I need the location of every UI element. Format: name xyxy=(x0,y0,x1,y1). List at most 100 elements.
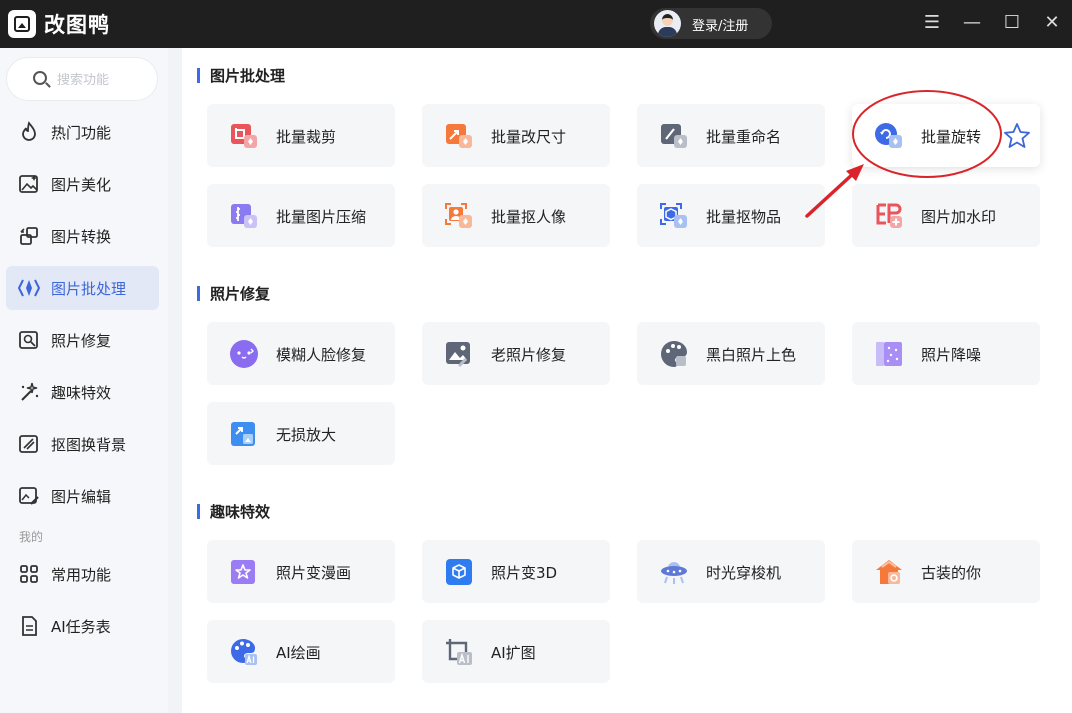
sidebar-item-label: 趣味特效 xyxy=(51,384,112,402)
card-batch-crop[interactable]: 批量裁剪 xyxy=(207,104,395,167)
card-batch-compress[interactable]: 批量图片压缩 xyxy=(207,184,395,247)
convert-icon xyxy=(20,227,38,245)
title-bar: 改图鸭 登录/注册 ☰ — ☐ ✕ xyxy=(0,0,1072,48)
object-cutout-icon xyxy=(660,203,687,228)
sidebar-item-cutout[interactable]: 抠图换背景 xyxy=(6,422,159,466)
photo-repair-icon xyxy=(19,331,38,349)
card-batch-resize[interactable]: 批量改尺寸 xyxy=(422,104,610,167)
card-old-photo-repair[interactable]: 老照片修复 xyxy=(422,322,610,385)
resize-icon xyxy=(446,124,472,148)
cube-3d-icon xyxy=(446,559,472,585)
task-list-icon xyxy=(22,616,37,636)
close-icon[interactable]: ✕ xyxy=(1039,10,1065,36)
card-label: 照片降噪 xyxy=(921,346,982,364)
card-batch-object-cutout[interactable]: 批量抠物品 xyxy=(637,184,825,247)
portrait-cutout-icon xyxy=(445,203,472,228)
rename-icon xyxy=(661,124,687,148)
card-ai-painting[interactable]: AI绘画 xyxy=(207,620,395,683)
crop-icon xyxy=(231,124,257,148)
card-label: 照片变3D xyxy=(491,564,558,582)
card-label: 无损放大 xyxy=(276,426,337,444)
sidebar-item-convert[interactable]: 图片转换 xyxy=(6,214,159,258)
card-label: 老照片修复 xyxy=(491,346,567,364)
card-denoise[interactable]: 照片降噪 xyxy=(852,322,1040,385)
search-input[interactable] xyxy=(57,70,153,90)
sidebar-item-label: 图片批处理 xyxy=(51,280,127,298)
sidebar-item-label: 抠图换背景 xyxy=(51,436,127,454)
card-label: 批量抠人像 xyxy=(491,208,567,226)
card-label: AI扩图 xyxy=(491,644,536,662)
sidebar-item-common[interactable]: 常用功能 xyxy=(6,552,159,596)
sidebar-item-effects[interactable]: 趣味特效 xyxy=(6,370,159,414)
card-label: 模糊人脸修复 xyxy=(276,346,367,364)
card-photo-to-comic[interactable]: 照片变漫画 xyxy=(207,540,395,603)
sidebar-item-label: 常用功能 xyxy=(51,566,112,584)
sidebar-item-hot[interactable]: 热门功能 xyxy=(6,110,159,154)
app-title: 改图鸭 xyxy=(44,13,110,37)
ai-paint-icon xyxy=(231,639,257,665)
sidebar-item-label: 照片修复 xyxy=(51,332,112,350)
card-time-machine[interactable]: 时光穿梭机 xyxy=(637,540,825,603)
card-label: 照片变漫画 xyxy=(276,564,352,582)
card-label: 批量重命名 xyxy=(706,128,782,146)
card-label: 批量旋转 xyxy=(921,128,982,146)
compress-icon xyxy=(231,204,257,228)
card-colorize[interactable]: 黑白照片上色 xyxy=(637,322,825,385)
maximize-icon[interactable]: ☐ xyxy=(999,10,1025,36)
favorite-star-icon[interactable] xyxy=(1002,121,1032,151)
batch-icon xyxy=(18,279,40,297)
app-logo-icon xyxy=(8,10,36,38)
sidebar-item-edit[interactable]: 图片编辑 xyxy=(6,474,159,518)
card-label: 图片加水印 xyxy=(921,208,997,226)
sidebar-item-ai-tasks[interactable]: AI任务表 xyxy=(6,604,159,648)
sidebar-item-label: 图片转换 xyxy=(51,228,112,246)
card-label: 古装的你 xyxy=(921,564,982,582)
grid-icon xyxy=(20,565,38,583)
enlarge-icon xyxy=(231,422,255,446)
card-label: 时光穿梭机 xyxy=(706,564,782,582)
image-beautify-icon xyxy=(19,175,38,193)
fire-icon xyxy=(22,121,36,141)
card-photo-to-3d[interactable]: 照片变3D xyxy=(422,540,610,603)
card-lossless-enlarge[interactable]: 无损放大 xyxy=(207,402,395,465)
card-batch-portrait-cutout[interactable]: 批量抠人像 xyxy=(422,184,610,247)
time-machine-icon xyxy=(661,562,687,584)
sidebar-item-label: 热门功能 xyxy=(51,124,112,142)
search-box[interactable] xyxy=(6,57,158,101)
card-batch-watermark[interactable]: 图片加水印 xyxy=(852,184,1040,247)
old-photo-icon xyxy=(446,342,470,368)
sparkle-icon xyxy=(21,382,39,401)
comic-icon xyxy=(231,560,255,584)
card-label: 批量裁剪 xyxy=(276,128,337,146)
section-title-photo-repair: 照片修复 xyxy=(197,283,270,304)
card-ai-expand[interactable]: AI扩图 xyxy=(422,620,610,683)
menu-icon[interactable]: ☰ xyxy=(919,10,945,36)
section-title-batch: 图片批处理 xyxy=(197,65,285,86)
watermark-icon xyxy=(876,203,902,228)
cutout-icon xyxy=(19,435,38,453)
sidebar-item-beautify[interactable]: 图片美化 xyxy=(6,162,159,206)
sidebar-item-photo-repair[interactable]: 照片修复 xyxy=(6,318,159,362)
login-button[interactable]: 登录/注册 xyxy=(650,8,772,39)
card-batch-rename[interactable]: 批量重命名 xyxy=(637,104,825,167)
sidebar-item-batch[interactable]: 图片批处理 xyxy=(6,266,159,310)
card-label: 批量抠物品 xyxy=(706,208,782,226)
avatar xyxy=(654,10,681,37)
main-content: 图片批处理 批量裁剪 批量改尺寸 批量重命名 批量旋转 批量图片压缩 批量抠人像… xyxy=(182,48,1072,713)
sidebar-item-label: AI任务表 xyxy=(51,618,111,636)
section-label-mine: 我的 xyxy=(19,530,44,544)
sidebar-item-label: 图片编辑 xyxy=(51,488,112,506)
sidebar-divider xyxy=(168,48,182,713)
minimize-icon[interactable]: — xyxy=(959,10,985,36)
card-label: 黑白照片上色 xyxy=(706,346,797,364)
search-icon xyxy=(33,71,47,85)
rotate-icon xyxy=(875,123,902,148)
ai-expand-icon xyxy=(446,639,472,665)
card-label: AI绘画 xyxy=(276,644,321,662)
image-edit-icon xyxy=(19,487,39,505)
card-costume[interactable]: 古装的你 xyxy=(852,540,1040,603)
sidebar: 热门功能 图片美化 图片转换 图片批处理 照片修复 趣味特效 抠图换背景 图片编… xyxy=(0,48,168,713)
card-face-repair[interactable]: 模糊人脸修复 xyxy=(207,322,395,385)
section-title-effects: 趣味特效 xyxy=(197,501,270,522)
card-label: 批量改尺寸 xyxy=(491,128,567,146)
